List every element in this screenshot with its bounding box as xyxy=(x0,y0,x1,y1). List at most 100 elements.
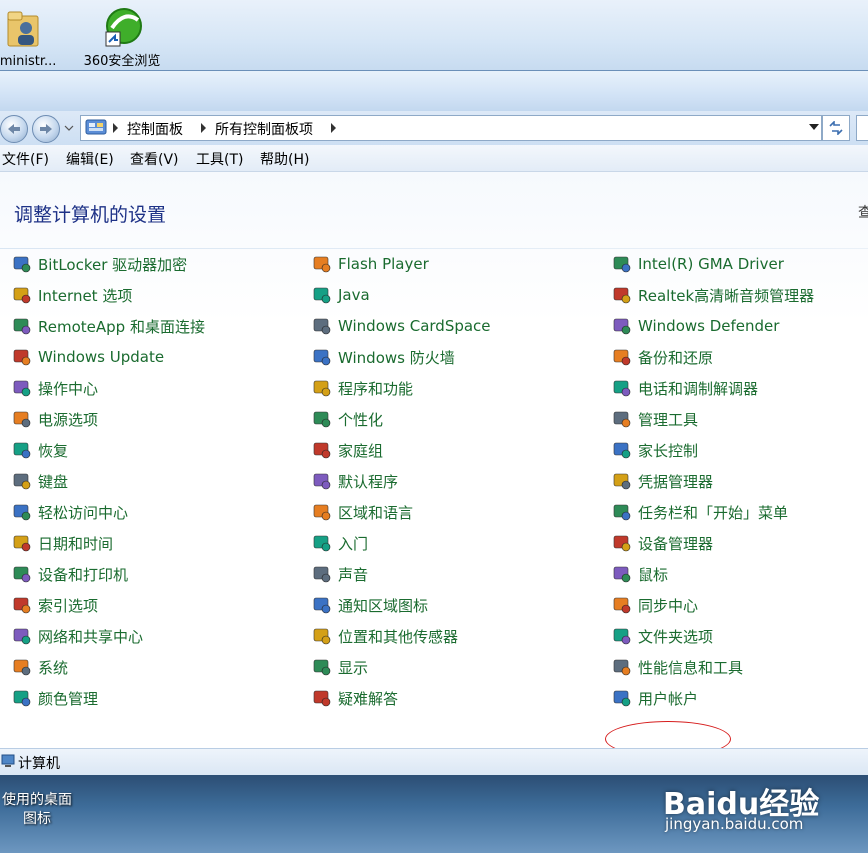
cp-item-color-management[interactable]: 颜色管理 xyxy=(12,686,98,710)
cp-item-label: 电源选项 xyxy=(38,410,99,429)
cp-item-devices-printers[interactable]: 设备和打印机 xyxy=(12,562,128,586)
cp-item-user-accounts[interactable]: 用户帐户 xyxy=(612,686,698,710)
menu-tools[interactable]: 工具(T) xyxy=(196,149,243,169)
cp-item-date-time[interactable]: 日期和时间 xyxy=(12,531,113,555)
sync-center-icon xyxy=(613,597,631,614)
windows-update-icon xyxy=(13,349,31,366)
cp-item-taskbar-start[interactable]: 任务栏和「开始」菜单 xyxy=(612,500,788,524)
cp-item-ease-of-access[interactable]: 轻松访问中心 xyxy=(12,500,128,524)
cp-item-label: 显示 xyxy=(338,658,369,677)
cp-item-windows-update[interactable]: Windows Update xyxy=(12,345,164,369)
cp-item-label: Windows 防火墙 xyxy=(338,348,455,367)
cp-item-folder-options[interactable]: 文件夹选项 xyxy=(612,624,713,648)
cp-item-remoteapp[interactable]: RemoteApp 和桌面连接 xyxy=(12,314,205,338)
cp-item-system[interactable]: 系统 xyxy=(12,655,68,679)
cp-item-network-sharing[interactable]: 网络和共享中心 xyxy=(12,624,143,648)
cp-item-display[interactable]: 显示 xyxy=(312,655,368,679)
cp-item-performance[interactable]: 性能信息和工具 xyxy=(612,655,743,679)
window-titlebar[interactable] xyxy=(0,71,868,111)
menu-file[interactable]: 文件(F) xyxy=(2,149,49,169)
credential-manager-icon xyxy=(613,473,631,490)
cp-item-windows-defender[interactable]: Windows Defender xyxy=(612,314,779,338)
cp-item-label: 入门 xyxy=(338,534,369,553)
cp-item-label: 声音 xyxy=(338,565,369,584)
recent-pages-chevron-down-icon[interactable] xyxy=(64,123,74,133)
cp-item-label: 操作中心 xyxy=(38,379,99,398)
cp-item-cardspace[interactable]: Windows CardSpace xyxy=(312,314,491,338)
view-by-label[interactable]: 查 xyxy=(858,202,868,222)
cp-item-internet-options[interactable]: Internet 选项 xyxy=(12,283,132,307)
cp-item-label: 区域和语言 xyxy=(338,503,414,522)
cp-item-backup-restore[interactable]: 备份和还原 xyxy=(612,345,713,369)
desktop-icon-administrator[interactable]: dministr... xyxy=(0,4,72,70)
cp-item-parental-controls[interactable]: 家长控制 xyxy=(612,438,698,462)
display-icon xyxy=(313,659,331,676)
cp-item-firewall[interactable]: Windows 防火墙 xyxy=(312,345,455,369)
breadcrumb-separator-icon[interactable] xyxy=(201,123,206,133)
cp-item-region-language[interactable]: 区域和语言 xyxy=(312,500,413,524)
cp-item-label: 鼠标 xyxy=(638,565,669,584)
firewall-icon xyxy=(313,349,331,366)
cp-item-notification-icons[interactable]: 通知区域图标 xyxy=(312,593,428,617)
cp-item-label: 默认程序 xyxy=(338,472,399,491)
menu-edit[interactable]: 编辑(E) xyxy=(66,149,114,169)
folder-options-icon xyxy=(613,628,631,645)
cp-item-troubleshooting[interactable]: 疑难解答 xyxy=(312,686,398,710)
breadcrumb-all-items[interactable]: 所有控制面板项 xyxy=(215,119,313,139)
cp-item-programs-features[interactable]: 程序和功能 xyxy=(312,376,413,400)
cp-item-getting-started[interactable]: 入门 xyxy=(312,531,368,555)
forward-button[interactable] xyxy=(32,115,60,143)
cp-item-phone-modem[interactable]: 电话和调制解调器 xyxy=(612,376,758,400)
refresh-icon xyxy=(829,121,843,135)
user-accounts-icon xyxy=(613,690,631,707)
cp-item-indexing[interactable]: 索引选项 xyxy=(12,593,98,617)
breadcrumb-separator-icon[interactable] xyxy=(331,123,336,133)
breadcrumb-control-panel[interactable]: 控制面板 xyxy=(127,119,183,139)
cp-item-flash-player[interactable]: Flash Player xyxy=(312,252,429,276)
remoteapp-icon xyxy=(13,318,31,335)
mouse-icon xyxy=(613,566,631,583)
cp-item-default-programs[interactable]: 默认程序 xyxy=(312,469,398,493)
menu-view[interactable]: 查看(V) xyxy=(130,149,179,169)
desktop-icon-recent-label[interactable]: 使用的桌面 图标 xyxy=(0,791,74,829)
devices-printers-icon xyxy=(13,566,31,583)
cp-item-device-manager[interactable]: 设备管理器 xyxy=(612,531,713,555)
refresh-button[interactable] xyxy=(822,115,850,141)
address-dropdown-icon[interactable] xyxy=(809,124,819,130)
breadcrumb-separator-icon[interactable] xyxy=(113,123,118,133)
flash-player-icon xyxy=(313,256,331,273)
cp-item-label: Windows Defender xyxy=(638,317,780,335)
cp-item-realtek-audio[interactable]: Realtek高清晰音频管理器 xyxy=(612,283,814,307)
cardspace-icon xyxy=(313,318,331,335)
cp-item-personalization[interactable]: 个性化 xyxy=(312,407,383,431)
cp-item-location-sensors[interactable]: 位置和其他传感器 xyxy=(312,624,458,648)
cp-item-keyboard[interactable]: 键盘 xyxy=(12,469,68,493)
back-button[interactable] xyxy=(0,115,28,143)
cp-item-sync-center[interactable]: 同步中心 xyxy=(612,593,698,617)
menu-help[interactable]: 帮助(H) xyxy=(260,149,309,169)
date-time-icon xyxy=(13,535,31,552)
cp-item-power-options[interactable]: 电源选项 xyxy=(12,407,98,431)
cp-item-label: 颜色管理 xyxy=(38,689,99,708)
cp-item-recovery[interactable]: 恢复 xyxy=(12,438,68,462)
cp-item-label: 家长控制 xyxy=(638,441,699,460)
cp-item-label: 凭据管理器 xyxy=(638,472,714,491)
cp-item-label: 用户帐户 xyxy=(638,689,699,708)
cp-item-label: 日期和时间 xyxy=(38,534,114,553)
cp-item-intel-gma[interactable]: Intel(R) GMA Driver xyxy=(612,252,784,276)
cp-item-admin-tools[interactable]: 管理工具 xyxy=(612,407,698,431)
cp-item-label: 通知区域图标 xyxy=(338,596,429,615)
cp-item-mouse[interactable]: 鼠标 xyxy=(612,562,668,586)
cp-item-java[interactable]: Java xyxy=(312,283,370,307)
cp-item-sound[interactable]: 声音 xyxy=(312,562,368,586)
homegroup-icon xyxy=(313,442,331,459)
cp-item-label: 系统 xyxy=(38,658,69,677)
address-field[interactable]: 控制面板 所有控制面板项 xyxy=(80,115,822,141)
desktop-icon-360-browser[interactable]: 360安全浏览 xyxy=(74,4,170,70)
cp-item-bitlocker[interactable]: BitLocker 驱动器加密 xyxy=(12,252,187,276)
cp-item-homegroup[interactable]: 家庭组 xyxy=(312,438,383,462)
search-box-edge[interactable] xyxy=(856,115,868,141)
control-panel-content: 调整计算机的设置 查 BitLocker 驱动器加密 Internet 选项 Rem… xyxy=(0,172,868,776)
cp-item-credential-manager[interactable]: 凭据管理器 xyxy=(612,469,713,493)
cp-item-action-center-flag[interactable]: 操作中心 xyxy=(12,376,98,400)
